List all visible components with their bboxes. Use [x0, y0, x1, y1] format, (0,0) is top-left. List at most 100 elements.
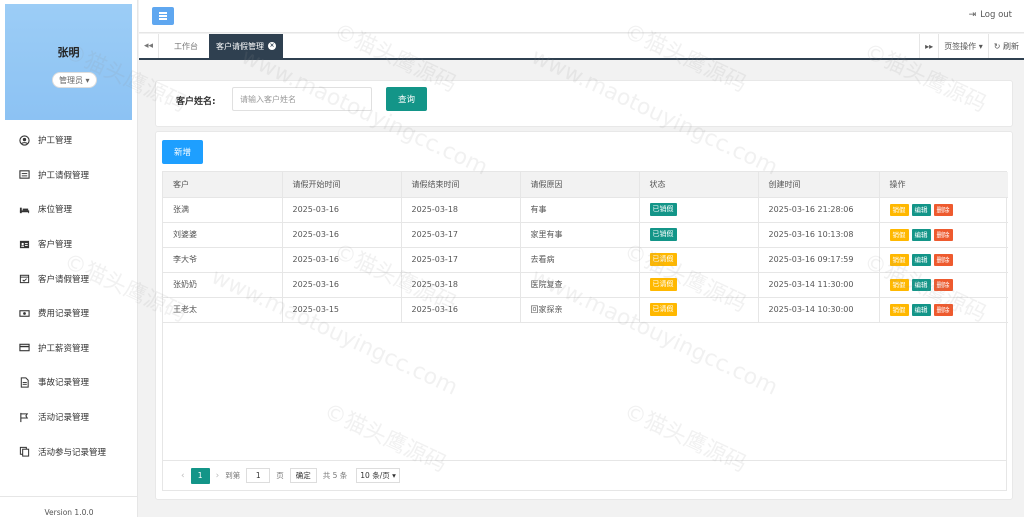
status-badge: 已请假 [649, 303, 677, 316]
cell-created: 2025-03-16 10:13:08 [758, 222, 880, 248]
sidebar-item-expense[interactable]: 费用记录管理 [0, 296, 138, 331]
page-size-value: 10 条/页 [360, 471, 390, 480]
list-icon [19, 169, 30, 180]
cell-created: 2025-03-14 10:30:00 [758, 297, 880, 323]
cancel-leave-button[interactable]: 销假 [889, 278, 909, 291]
sidebar-item-label: 护工管理 [38, 136, 73, 147]
table-row[interactable]: 王老太 2025-03-15 2025-03-16 回家探亲 已请假 2025-03-14… [163, 297, 1008, 323]
tab-label: 客户请假管理 [216, 41, 264, 51]
data-grid: 客户 请假开始时间 请假结束时间 请假原因 状态 创建时间 操作 张满 2025-… [162, 171, 1008, 491]
sidebar-item-activity-participation[interactable]: 活动参与记录管理 [0, 434, 138, 469]
sidebar-item-label: 客户管理 [38, 240, 73, 251]
table-row[interactable]: 张奶奶 2025-03-16 2025-03-18 医院复查 已请假 2025-03-14… [163, 272, 1008, 298]
customer-name-input[interactable] [232, 87, 372, 111]
refresh-button[interactable]: ↻ 刷新 [987, 34, 1024, 58]
page-size-select[interactable]: 10 条/页 ▾ [356, 468, 400, 483]
tab-label: 工作台 [174, 41, 198, 51]
sidebar-item-caregiver-leave[interactable]: 护工请假管理 [0, 158, 138, 193]
tab-customer-leave[interactable]: 客户请假管理 × [209, 34, 283, 58]
cell-status: 已请假 [639, 297, 759, 323]
cell-status: 已销假 [639, 197, 759, 223]
sidebar-item-label: 客户请假管理 [38, 274, 90, 285]
refresh-icon: ↻ [993, 41, 1001, 51]
table-header-row: 客户 请假开始时间 请假结束时间 请假原因 状态 创建时间 操作 [163, 172, 1008, 198]
total-count: 共 5 条 [322, 471, 348, 480]
confirm-page-button[interactable]: 确定 [289, 468, 317, 483]
cell-customer: 张满 [163, 197, 283, 223]
cell-end-date: 2025-03-16 [401, 297, 521, 323]
column-header-customer[interactable]: 客户 [163, 172, 283, 198]
cell-customer: 刘婆婆 [163, 222, 283, 248]
cell-end-date: 2025-03-17 [401, 222, 521, 248]
edit-button[interactable]: 编辑 [911, 278, 931, 291]
delete-button[interactable]: 删除 [933, 203, 953, 216]
table-row[interactable]: 李大爷 2025-03-16 2025-03-17 去看病 已请假 2025-03-16 … [163, 247, 1008, 273]
cancel-leave-button[interactable]: 销假 [889, 303, 909, 316]
edit-button[interactable]: 编辑 [911, 228, 931, 241]
column-header-created[interactable]: 创建时间 [758, 172, 880, 198]
cancel-leave-button[interactable]: 销假 [889, 203, 909, 216]
close-icon[interactable]: × [268, 42, 276, 50]
next-page-icon[interactable]: › [216, 471, 220, 481]
flag-icon [19, 412, 30, 423]
delete-button[interactable]: 删除 [933, 303, 953, 316]
status-badge: 已请假 [649, 278, 677, 291]
cell-reason: 回家探亲 [520, 297, 640, 323]
current-page-button[interactable]: 1 [190, 467, 210, 484]
query-button[interactable]: 查询 [386, 87, 427, 111]
credit-card-icon [19, 342, 30, 353]
cell-actions: 销假 编辑 删除 [879, 197, 1008, 223]
delete-button[interactable]: 删除 [933, 278, 953, 291]
edit-button[interactable]: 编辑 [911, 303, 931, 316]
sidebar-item-label: 活动记录管理 [38, 413, 90, 424]
add-button[interactable]: 新增 [162, 140, 203, 164]
cell-created: 2025-03-16 21:28:06 [758, 197, 880, 223]
sidebar-item-activity[interactable]: 活动记录管理 [0, 400, 138, 435]
cell-status: 已请假 [639, 247, 759, 273]
column-header-end[interactable]: 请假结束时间 [401, 172, 521, 198]
tabs-scroll-right-button[interactable]: ▸▸ [919, 34, 938, 58]
goto-prefix: 到第 [225, 471, 241, 480]
top-header: ⇥ Log out [139, 0, 1024, 33]
sidebar-item-label: 护工薪资管理 [38, 343, 90, 354]
delete-button[interactable]: 删除 [933, 228, 953, 241]
table-row[interactable]: 刘婆婆 2025-03-16 2025-03-17 家里有事 已销假 2025-03-16… [163, 222, 1008, 248]
sidebar-item-customer[interactable]: 客户管理 [0, 227, 138, 262]
sidebar-item-bed[interactable]: 床位管理 [0, 192, 138, 227]
edit-button[interactable]: 编辑 [911, 203, 931, 216]
money-icon [19, 308, 30, 319]
sidebar-item-accident[interactable]: 事故记录管理 [0, 365, 138, 400]
column-header-start[interactable]: 请假开始时间 [282, 172, 402, 198]
sidebar-item-caregiver[interactable]: 护工管理 [0, 123, 138, 158]
goto-page-input[interactable] [246, 468, 271, 483]
menu-toggle-button[interactable] [152, 7, 174, 25]
status-badge: 已销假 [649, 203, 677, 216]
cancel-leave-button[interactable]: 销假 [889, 228, 909, 241]
edit-button[interactable]: 编辑 [911, 253, 931, 266]
column-header-reason[interactable]: 请假原因 [520, 172, 640, 198]
user-circle-icon [19, 135, 30, 146]
page-ops-dropdown[interactable]: 页签操作 ▾ [938, 34, 988, 58]
user-profile-card: 张明 管理员 ▾ [5, 4, 132, 120]
cell-actions: 销假 编辑 删除 [879, 222, 1008, 248]
sidebar-item-customer-leave[interactable]: 客户请假管理 [0, 261, 138, 296]
delete-button[interactable]: 删除 [933, 253, 953, 266]
column-header-status[interactable]: 状态 [639, 172, 759, 198]
cell-end-date: 2025-03-18 [401, 272, 521, 298]
tabs-scroll-left-button[interactable]: ◂◂ [139, 34, 159, 58]
sidebar-item-label: 费用记录管理 [38, 309, 90, 320]
calendar-check-icon [19, 273, 30, 284]
role-dropdown[interactable]: 管理员 ▾ [52, 72, 97, 88]
prev-page-icon[interactable]: ‹ [181, 471, 185, 481]
tab-workbench[interactable]: 工作台 [167, 34, 205, 58]
logout-link[interactable]: ⇥ Log out [969, 10, 1012, 20]
sidebar-item-salary[interactable]: 护工薪资管理 [0, 331, 138, 366]
cell-customer: 张奶奶 [163, 272, 283, 298]
role-label: 管理员 [59, 76, 83, 85]
table-row[interactable]: 张满 2025-03-16 2025-03-18 有事 已销假 2025-03-16 21… [163, 197, 1008, 223]
tabs-right-controls: ▸▸ 页签操作 ▾ ↻ 刷新 [919, 34, 1024, 58]
logout-label: Log out [980, 10, 1012, 20]
cancel-leave-button[interactable]: 销假 [889, 253, 909, 266]
tabs-bar: ◂◂ 工作台 客户请假管理 × ▸▸ 页签操作 ▾ ↻ 刷新 [139, 34, 1024, 60]
goto-suffix: 页 [276, 471, 284, 480]
